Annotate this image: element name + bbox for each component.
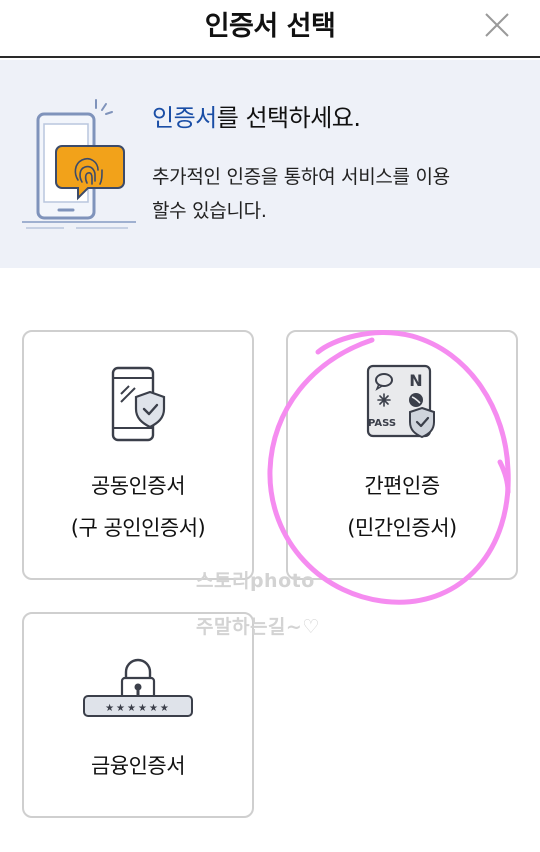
joint-certificate-subtitle: (구 공인인증서) [70,516,206,540]
finance-certificate-title: 금융인증서 [90,754,186,778]
close-button[interactable] [482,10,512,40]
headline-accent: 인증서 [152,104,217,132]
password-stars: ★★★★★★ [105,703,171,714]
banner-desc-line2: 할수 있습니다. [152,200,267,222]
header: 인증서 선택 [0,0,540,58]
joint-certificate-card[interactable]: 공동인증서 (구 공인인증서) [22,330,254,580]
lock-password-icon: ★★★★★★ [24,654,252,720]
pass-label: PASS [368,418,396,429]
headline-rest: 를 선택하세요. [216,104,361,132]
banner-description: 추가적인 인증을 통하여 서비스를 이용 할수 있습니다. [152,160,522,228]
joint-certificate-title: 공동인증서 [90,474,186,498]
phone-shield-icon [24,362,252,446]
naver-icon: N [409,371,422,390]
simple-auth-icon: N PASS [288,362,516,446]
simple-auth-title: 간편인증 [364,474,440,498]
finance-certificate-card[interactable]: ★★★★★★ 금융인증서 [22,612,254,818]
simple-auth-subtitle: (민간인증서) [347,516,457,540]
page-title: 인증서 선택 [204,11,336,42]
close-icon [485,13,509,37]
phone-fingerprint-icon [22,99,136,229]
info-banner: 인증서를 선택하세요. 추가적인 인증을 통하여 서비스를 이용 할수 있습니다… [0,60,540,268]
banner-headline: 인증서를 선택하세요. [152,98,361,133]
banner-desc-line1: 추가적인 인증을 통하여 서비스를 이용 [152,166,450,188]
simple-auth-card[interactable]: N PASS 간편인증 (민간인증서) [286,330,518,580]
